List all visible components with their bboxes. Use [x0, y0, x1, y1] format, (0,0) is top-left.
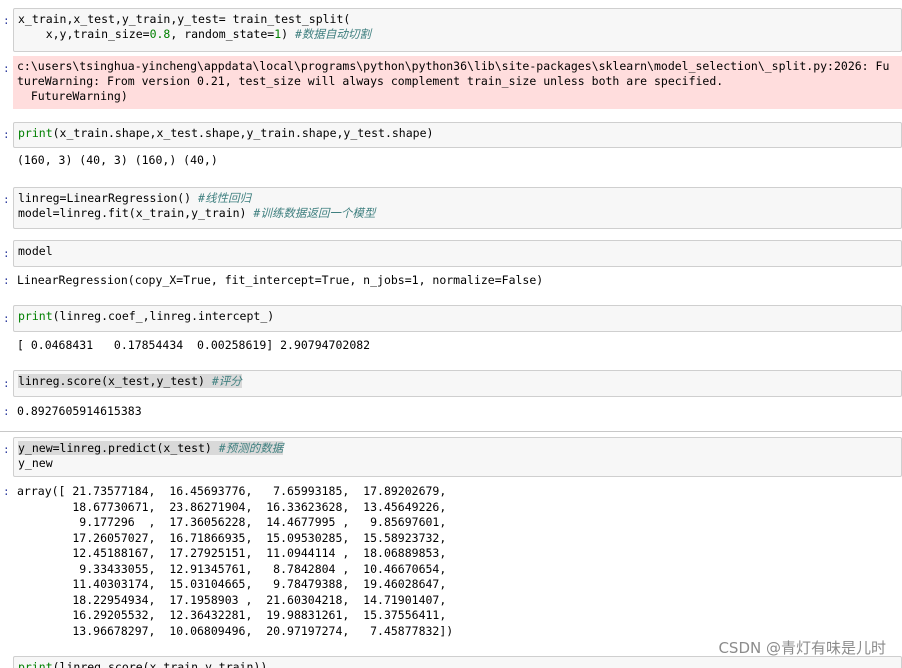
- output-predict: array([ 21.73577184, 16.45693776, 7.6599…: [17, 484, 902, 639]
- cell-prompt: :: [3, 443, 10, 456]
- watermark: CSDN @青灯有味是儿时: [718, 639, 886, 657]
- cell-prompt: :: [3, 193, 10, 206]
- cell-prompt: :: [3, 377, 10, 390]
- code-text: (linreg.score(x_train,y_train)): [52, 660, 268, 668]
- keyword: print: [18, 660, 53, 668]
- code-comment: #预测的数据: [218, 441, 284, 455]
- code-input-split[interactable]: x_train,x_test,y_train,y_test= train_tes…: [13, 8, 902, 52]
- output-prompt: :: [3, 485, 10, 498]
- number-literal: 0.8: [149, 27, 171, 41]
- code-input-fit[interactable]: linreg=LinearRegression() #线性回归 model=li…: [13, 187, 902, 229]
- output-prompt: :: [3, 274, 10, 287]
- array-line: 9.177296 , 17.36056228, 14.4677995 , 9.8…: [17, 515, 447, 529]
- code-comment: #训练数据返回一个模型: [253, 206, 376, 220]
- code-text: model=linreg.fit(x_train,y_train): [18, 206, 254, 220]
- array-line: 12.45188167, 17.27925151, 11.0944114 , 1…: [17, 546, 447, 560]
- output-shapes: (160, 3) (40, 3) (160,) (40,): [17, 153, 218, 167]
- warning-line: FutureWarning): [17, 89, 128, 103]
- code-text: model: [18, 244, 53, 258]
- code-input-score[interactable]: linreg.score(x_test,y_test) #评分: [13, 370, 902, 397]
- cell-prompt: :: [3, 14, 10, 27]
- array-line: 16.29205532, 12.36432281, 19.98831261, 1…: [17, 608, 447, 622]
- code-line: x_train,x_test,y_train,y_test= train_tes…: [18, 12, 351, 26]
- stderr-warning: c:\users\tsinghua-yincheng\appdata\local…: [13, 56, 902, 109]
- cell-prompt: :: [3, 128, 10, 141]
- array-line: 17.26057027, 16.71866935, 15.09530285, 1…: [17, 530, 447, 545]
- code-text: linreg.score(x_test,y_test): [18, 374, 212, 388]
- code-text: , random_state=: [170, 27, 275, 41]
- code-input-predict[interactable]: y_new=linreg.predict(x_test) #预测的数据 y_ne…: [13, 437, 902, 477]
- code-input-model[interactable]: model: [13, 240, 902, 267]
- code-text: y_new=linreg.predict(x_test): [18, 441, 219, 455]
- cell-divider: [0, 431, 902, 432]
- code-input-shapes[interactable]: print(x_train.shape,x_test.shape,y_train…: [13, 122, 902, 148]
- array-line: 9.33433055, 12.91345761, 8.7842804 , 10.…: [17, 561, 447, 576]
- output-model: LinearRegression(copy_X=True, fit_interc…: [17, 273, 544, 287]
- code-comment: #数据自动切割: [295, 27, 371, 41]
- code-comment: #评分: [211, 374, 242, 388]
- warning-line: c:\users\tsinghua-yincheng\appdata\local…: [17, 59, 890, 73]
- notebook: : x_train,x_test,y_train,y_test= train_t…: [0, 0, 902, 668]
- array-line: 18.22954934, 17.1958903 , 21.60304218, 1…: [17, 592, 447, 607]
- keyword: print: [18, 126, 53, 140]
- array-line: 18.67730671, 23.86271904, 16.33623628, 1…: [17, 499, 447, 514]
- array-line: 11.40303174, 15.03104665, 9.78479388, 19…: [17, 577, 447, 591]
- code-text: ): [281, 27, 295, 41]
- output-score: 0.8927605914615383: [17, 404, 142, 418]
- code-text: (linreg.coef_,linreg.intercept_): [52, 309, 275, 323]
- warning-line: tureWarning: From version 0.21, test_siz…: [17, 74, 724, 88]
- code-text: (x_train.shape,x_test.shape,y_train.shap…: [52, 126, 434, 140]
- array-line: 13.96678297, 10.06809496, 20.97197274, 7…: [17, 623, 454, 638]
- cell-prompt: :: [3, 247, 10, 260]
- code-text: y_new: [18, 456, 53, 470]
- array-line: array([ 21.73577184, 16.45693776, 7.6599…: [17, 484, 447, 498]
- code-input-coef[interactable]: print(linreg.coef_,linreg.intercept_): [13, 305, 902, 332]
- output-coef: [ 0.0468431 0.17854434 0.00258619] 2.907…: [17, 338, 371, 352]
- code-comment: #线性回归: [198, 191, 251, 205]
- output-prompt: :: [3, 62, 10, 75]
- keyword: print: [18, 309, 53, 323]
- output-prompt: :: [3, 405, 10, 418]
- code-text: x,y,train_size=: [18, 27, 150, 41]
- code-text: linreg=LinearRegression(): [18, 191, 199, 205]
- cell-prompt: :: [3, 312, 10, 325]
